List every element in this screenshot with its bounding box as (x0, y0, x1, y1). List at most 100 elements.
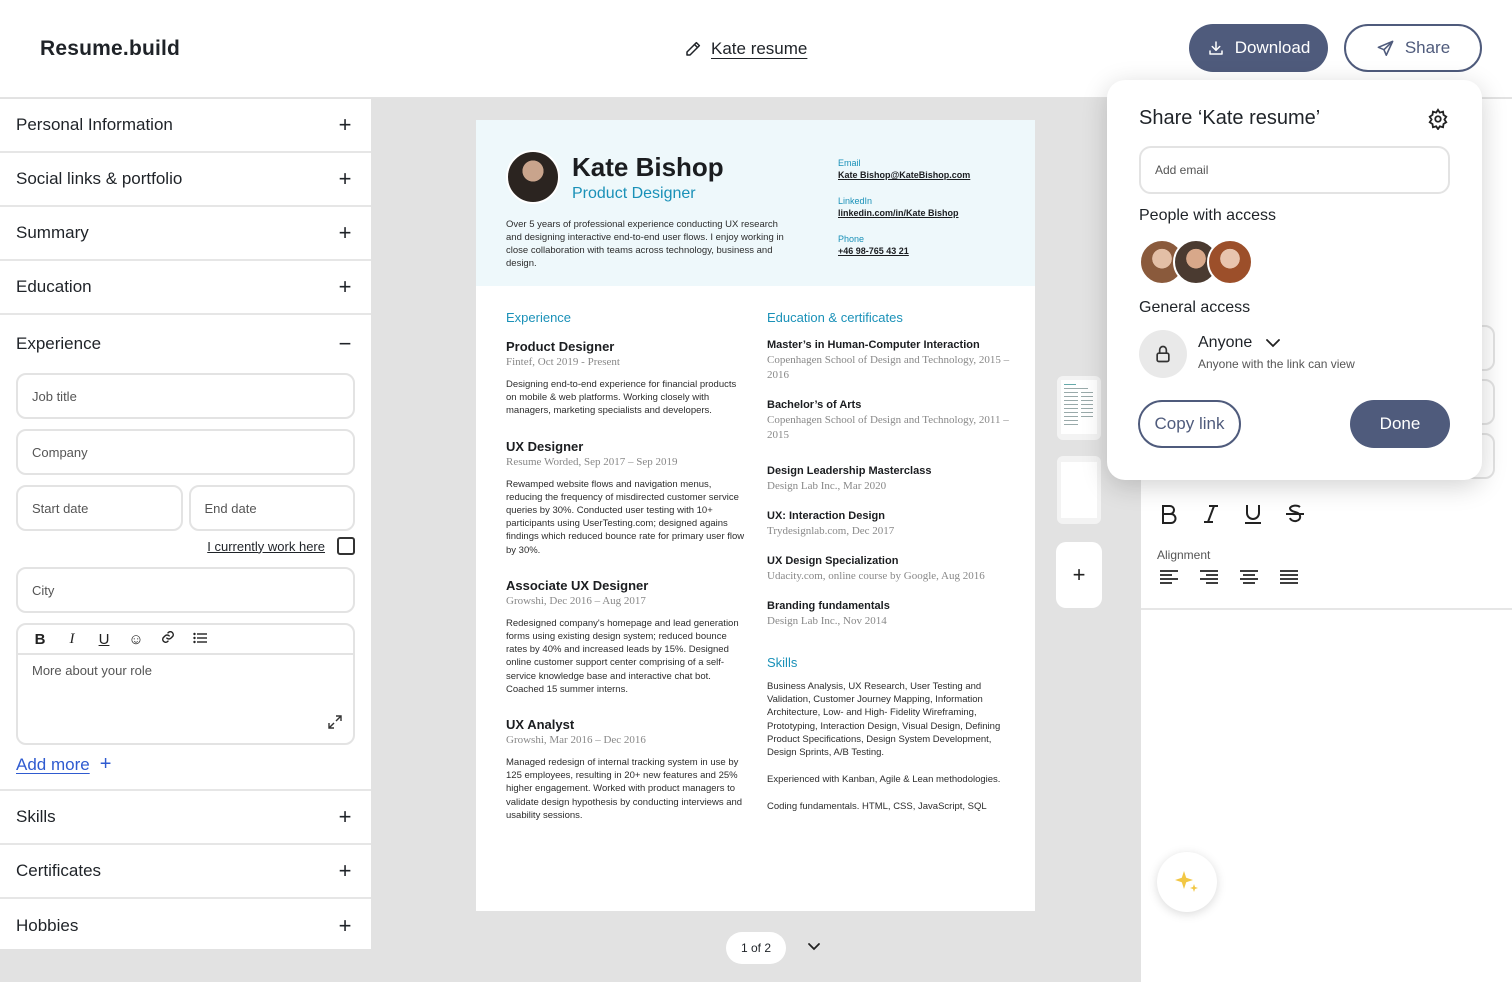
section-personal-information[interactable]: Personal Information + (0, 99, 371, 153)
education-entry: Master’s in Human-Computer Interaction C… (767, 339, 1013, 383)
app-logo[interactable]: Resume.build (40, 37, 180, 61)
education-entry: Design Leadership Masterclass Design Lab… (767, 465, 1013, 494)
section-label: Certificates (16, 861, 102, 880)
education-meta: Udacity.com, online course by Google, Au… (767, 570, 985, 582)
company-input[interactable]: Company (16, 429, 355, 475)
divider (1141, 608, 1512, 610)
section-education[interactable]: Education + (0, 261, 371, 315)
education-meta: Copenhagen School of Design and Technolo… (767, 354, 1010, 381)
italic-icon[interactable]: I (64, 631, 80, 648)
people-with-access-label: People with access (1139, 207, 1276, 224)
plus-icon[interactable]: + (335, 168, 355, 190)
align-center-icon[interactable] (1239, 569, 1259, 590)
plus-icon[interactable]: + (335, 114, 355, 136)
section-label: Skills (16, 807, 56, 826)
section-label: Personal Information (16, 115, 173, 134)
chevron-down-icon[interactable] (806, 938, 822, 959)
pencil-icon (686, 41, 701, 56)
education-title: Design Leadership Masterclass (767, 465, 932, 477)
bullet-list-icon[interactable] (192, 631, 208, 648)
access-level-dropdown[interactable]: Anyone (1198, 334, 1281, 352)
skills-paragraph: Experienced with Kanban, Agile & Lean me… (767, 774, 1001, 786)
profile-photo (506, 150, 560, 204)
emoji-icon[interactable]: ☺ (128, 631, 144, 648)
current-work-checkbox[interactable] (337, 537, 355, 555)
add-email-input[interactable]: Add email (1139, 146, 1450, 194)
download-button[interactable]: Download (1189, 24, 1328, 72)
download-icon (1208, 41, 1223, 55)
end-date-input[interactable]: End date (188, 485, 355, 531)
page-thumbnail-1[interactable] (1057, 376, 1101, 440)
add-more-label[interactable]: Add more (16, 755, 90, 775)
experience-column: Experience Product Designer Fintef, Oct … (506, 310, 746, 843)
job-meta: Fintef, Oct 2019 - Present (506, 356, 620, 368)
plus-icon[interactable]: + (335, 860, 355, 882)
job-entry: UX Designer Resume Worded, Sep 2017 – Se… (506, 439, 746, 557)
add-more-link[interactable]: Add more + (16, 753, 355, 776)
share-dialog: Share ‘Kate resume’ Add email People wit… (1107, 80, 1482, 480)
italic-icon[interactable] (1201, 504, 1221, 530)
section-summary[interactable]: Summary + (0, 207, 371, 261)
education-meta: Design Lab Inc., Nov 2014 (767, 615, 887, 627)
plus-icon[interactable]: + (335, 915, 355, 937)
role-description-editor[interactable]: B I U ☺ More about your role (16, 623, 355, 745)
current-work-toggle[interactable]: I currently work here (16, 537, 355, 555)
section-certificates[interactable]: Certificates + (0, 845, 371, 899)
resume-name: Kate Bishop (572, 152, 724, 182)
experience-heading: Experience (506, 310, 572, 325)
plus-icon[interactable]: + (335, 276, 355, 298)
document-title[interactable]: Kate resume (684, 39, 807, 59)
access-description: Anyone with the link can view (1198, 357, 1355, 371)
done-button[interactable]: Done (1350, 400, 1450, 448)
resume-role: Product Designer (572, 185, 696, 202)
job-entry: UX Analyst Growshi, Mar 2016 – Dec 2016 … (506, 717, 746, 822)
job-entry: Product Designer Fintef, Oct 2019 - Pres… (506, 339, 746, 418)
plus-icon[interactable]: + (335, 806, 355, 828)
underline-icon[interactable] (1243, 503, 1263, 531)
underline-icon[interactable]: U (96, 631, 112, 648)
align-justify-icon[interactable] (1279, 569, 1299, 590)
section-experience[interactable]: Experience − (0, 315, 371, 373)
education-entry: Bachelor’s of Arts Copenhagen School of … (767, 399, 1013, 443)
plus-icon[interactable]: + (335, 222, 355, 244)
job-description: Designing end-to-end experience for fina… (506, 379, 737, 417)
bold-icon[interactable]: B (32, 631, 48, 648)
section-social-links[interactable]: Social links & portfolio + (0, 153, 371, 207)
contact-label: LinkedIn (838, 196, 873, 206)
minus-icon[interactable]: − (335, 333, 355, 355)
role-placeholder[interactable]: More about your role (18, 655, 353, 686)
section-skills[interactable]: Skills + (0, 791, 371, 845)
section-hobbies[interactable]: Hobbies + (0, 899, 371, 953)
align-right-icon[interactable] (1199, 569, 1219, 590)
link-icon[interactable] (160, 630, 176, 648)
page-thumbnail-2[interactable] (1057, 456, 1101, 524)
job-title-input[interactable]: Job title (16, 373, 355, 419)
document-title-text[interactable]: Kate resume (711, 39, 807, 59)
chevron-down-icon[interactable] (1266, 338, 1281, 348)
city-input[interactable]: City (16, 567, 355, 613)
skills-paragraph: Business Analysis, UX Research, User Tes… (767, 681, 1001, 759)
education-meta: Copenhagen School of Design and Technolo… (767, 414, 1009, 441)
education-column: Education & certificates Master’s in Hum… (767, 310, 1013, 828)
section-label: Summary (16, 223, 89, 242)
align-left-icon[interactable] (1159, 569, 1179, 590)
ai-assistant-button[interactable] (1157, 852, 1217, 912)
avatar[interactable] (1207, 239, 1253, 285)
share-button[interactable]: Share (1344, 24, 1482, 72)
copy-link-button[interactable]: Copy link (1138, 400, 1241, 448)
page-indicator[interactable]: 1 of 2 (726, 932, 786, 964)
add-page-button[interactable]: + (1056, 542, 1102, 608)
expand-icon[interactable] (327, 714, 343, 733)
gear-icon[interactable] (1427, 108, 1449, 135)
education-title: Bachelor’s of Arts (767, 399, 862, 411)
access-level-value[interactable]: Anyone (1198, 334, 1252, 352)
bold-icon[interactable] (1159, 504, 1179, 530)
section-label: Education (16, 277, 92, 296)
start-date-input[interactable]: Start date (16, 485, 183, 531)
strikethrough-icon[interactable] (1285, 503, 1305, 531)
editor-sidebar: Personal Information + Social links & po… (0, 99, 371, 949)
current-work-label[interactable]: I currently work here (207, 539, 325, 554)
education-title: UX: Interaction Design (767, 510, 885, 522)
education-title: UX Design Specialization (767, 555, 899, 567)
plus-icon[interactable]: + (100, 753, 112, 776)
